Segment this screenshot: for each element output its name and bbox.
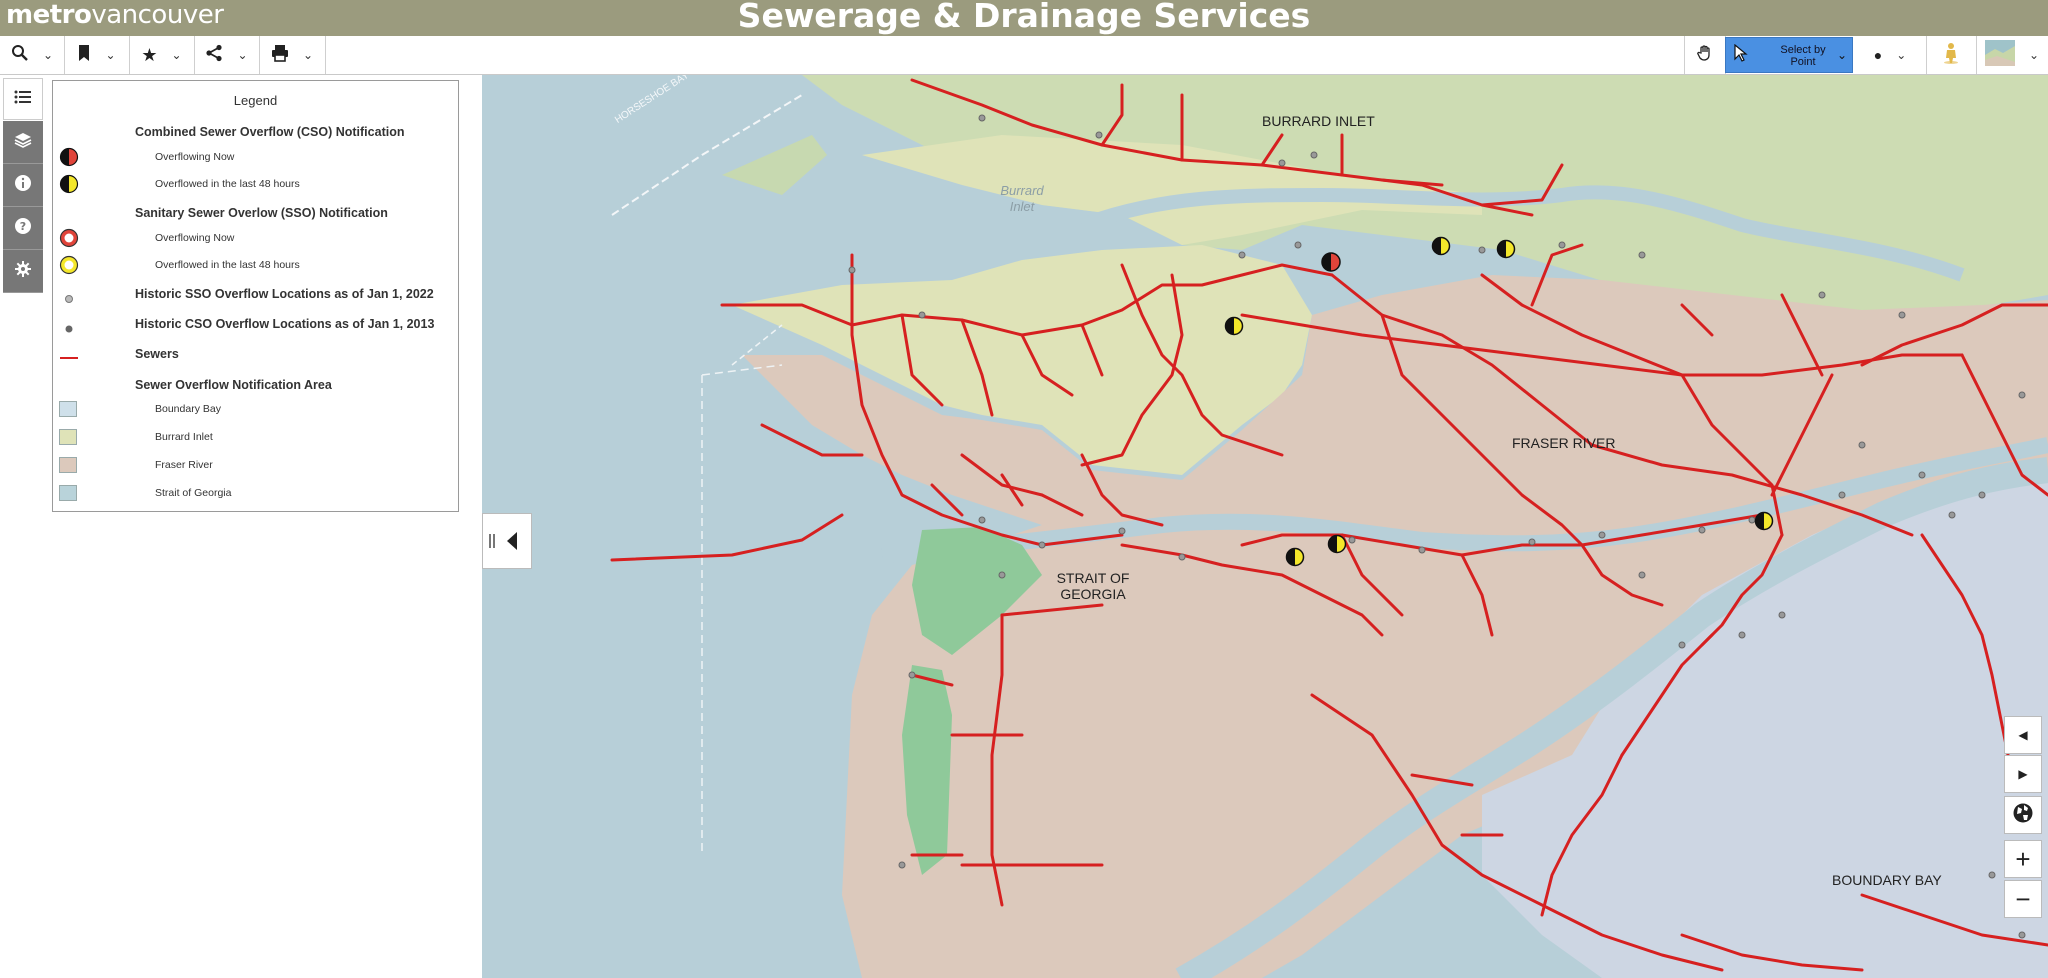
historic-cso-label: Historic CSO Overflow Locations as of Ja… [135, 317, 435, 331]
bookmark-tool-button[interactable]: ⌄ [64, 36, 130, 74]
map-graphics [482, 75, 2048, 978]
pegman-icon [1942, 42, 1960, 69]
point-style-dropdown[interactable]: ● ⌄ [1854, 36, 1927, 74]
gear-icon [14, 260, 32, 283]
globe-icon [2012, 802, 2034, 829]
hand-icon [1696, 44, 1714, 67]
label-boundary-bay: BOUNDARY BAY [1832, 872, 1942, 888]
sso-overflowing-now-symbol [59, 228, 79, 248]
historic-cso-symbol [65, 325, 73, 333]
sso-heading: Sanitary Sewer Overlow (SSO) Notificatio… [135, 206, 388, 220]
chevron-down-icon: ⌄ [302, 48, 314, 62]
area-label-boundary-bay: Boundary Bay [155, 403, 221, 415]
cso-overflowing-now-markers[interactable] [1321, 252, 1341, 272]
plus-icon: + [2015, 843, 2031, 874]
area-label-strait-of-georgia: Strait of Georgia [155, 487, 232, 499]
search-icon [11, 44, 29, 67]
zoom-in-button[interactable]: + [2004, 840, 2042, 878]
cso-overflowing-now-symbol [59, 147, 79, 167]
label-burrard-inlet: BURRARD INLET [1262, 113, 1375, 129]
help-icon: ? [14, 217, 32, 240]
pan-left-button[interactable]: ◀ [2004, 716, 2042, 754]
area-label-fraser-river: Fraser River [155, 459, 213, 471]
legend-title: Legend [233, 93, 278, 108]
chevron-down-icon: ⌄ [1836, 48, 1847, 62]
chevron-down-icon: ⌄ [2028, 48, 2040, 62]
layers-icon [14, 131, 32, 154]
side-rail: ? [0, 75, 46, 978]
info-icon [14, 174, 32, 197]
sewers-label: Sewers [135, 347, 179, 361]
burrard-inlet-swatch [59, 429, 77, 445]
street-view-button[interactable] [1926, 36, 1977, 74]
list-icon [14, 89, 32, 110]
app-title: Sewerage & Drainage Services [737, 0, 1311, 35]
area-label-burrard-inlet: Burrard Inlet [155, 431, 213, 443]
collapse-left-icon [489, 532, 517, 550]
info-tab-button[interactable] [3, 164, 43, 207]
basemap-thumbnail-icon [1984, 39, 2015, 71]
triangle-right-icon: ▶ [2018, 767, 2028, 781]
share-tool-button[interactable]: ⌄ [194, 36, 260, 74]
zoom-out-button[interactable]: − [2004, 880, 2042, 918]
chevron-down-icon: ⌄ [171, 48, 182, 62]
print-tool-button[interactable]: ⌄ [259, 36, 326, 74]
app-header: metrovancouver Sewerage & Drainage Servi… [0, 0, 2048, 36]
search-tool-button[interactable]: ⌄ [0, 36, 65, 74]
select-by-point-label: Select by Point [1780, 44, 1826, 68]
chevron-down-icon: ⌄ [237, 48, 248, 62]
print-icon [271, 44, 289, 67]
share-icon [205, 44, 223, 67]
settings-tab-button[interactable] [3, 250, 43, 293]
cso-heading: Combined Sewer Overflow (CSO) Notificati… [135, 125, 405, 139]
sso-last-48-label: Overflowed in the last 48 hours [155, 259, 300, 271]
label-strait-of-georgia: STRAIT OF GEORGIA [1056, 570, 1130, 602]
pan-right-button[interactable]: ▶ [2004, 755, 2042, 793]
boundary-bay-swatch [59, 401, 77, 417]
legend-panel: Legend Combined Sewer Overflow (CSO) Not… [52, 80, 459, 512]
pan-tool-button[interactable] [1684, 36, 1726, 74]
collapse-panel-button[interactable] [482, 513, 532, 569]
map-canvas[interactable]: BURRARD INLET FRASER RIVER STRAIT OF GEO… [482, 75, 2048, 978]
historic-sso-symbol [65, 295, 73, 303]
cso-last-48-label: Overflowed in the last 48 hours [155, 178, 300, 190]
layers-tab-button[interactable] [3, 121, 43, 164]
chevron-down-icon: ⌄ [42, 48, 54, 62]
bookmark-icon [77, 44, 91, 67]
strait-of-georgia-swatch [59, 485, 77, 501]
historic-sso-label: Historic SSO Overflow Locations as of Ja… [135, 287, 434, 301]
cso-last-48-symbol [59, 174, 79, 194]
help-tab-button[interactable]: ? [3, 207, 43, 250]
favorite-tool-button[interactable]: ★ ⌄ [129, 36, 195, 74]
full-extent-button[interactable] [2004, 796, 2042, 834]
cursor-arrow-icon [1734, 43, 1748, 67]
fraser-river-swatch [59, 457, 77, 473]
sewers-symbol [60, 357, 78, 359]
select-by-point-button[interactable]: Select by Point ⌄ [1725, 37, 1853, 73]
area-heading: Sewer Overflow Notification Area [135, 378, 332, 392]
svg-text:?: ? [20, 220, 26, 233]
star-icon: ★ [141, 44, 158, 65]
label-burrard-water: Burrard Inlet [1000, 183, 1044, 214]
basemap-dropdown[interactable]: ⌄ [1976, 36, 2048, 74]
chevron-down-icon: ⌄ [1896, 48, 1907, 62]
triangle-left-icon: ◀ [2018, 728, 2028, 742]
cso-overflowing-now-label: Overflowing Now [155, 151, 235, 163]
minus-icon: − [2015, 883, 2031, 914]
chevron-down-icon: ⌄ [105, 48, 116, 62]
sso-last-48-symbol [59, 255, 79, 275]
label-fraser-river: FRASER RIVER [1512, 435, 1616, 451]
point-dot-icon: ● [1873, 47, 1883, 63]
toolbar: ⌄ ⌄ ★ ⌄ ⌄ ⌄ Select by Point ⌄ ● ⌄ ⌄ [0, 36, 2048, 75]
legend-tab-button[interactable] [3, 78, 43, 120]
sso-overflowing-now-label: Overflowing Now [155, 232, 235, 244]
